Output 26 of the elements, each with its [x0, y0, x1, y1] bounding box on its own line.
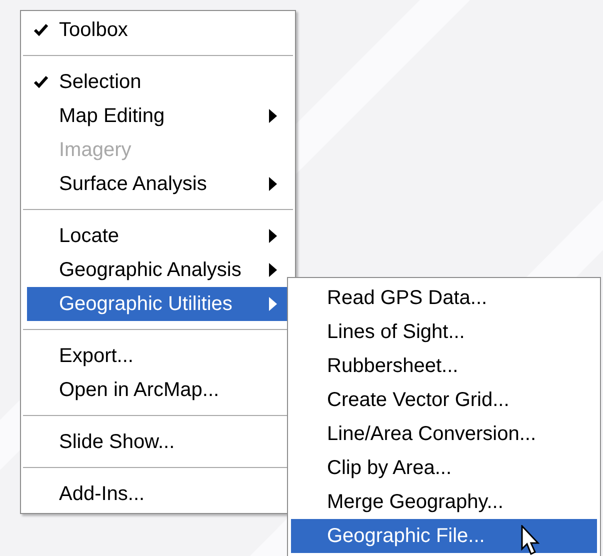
submenu-item[interactable]: Read GPS Data...: [291, 281, 597, 315]
submenu-item[interactable]: Lines of Sight...: [291, 315, 597, 349]
menu-item[interactable]: Selection: [27, 65, 289, 99]
submenu-item[interactable]: Line/Area Conversion...: [291, 417, 597, 451]
submenu-item[interactable]: Clip by Area...: [291, 451, 597, 485]
menu-item[interactable]: Geographic Utilities: [27, 287, 289, 321]
submenu-arrow-icon: [269, 109, 277, 123]
menu-item[interactable]: Geographic Analysis: [27, 253, 289, 287]
submenu-arrow-icon: [269, 297, 277, 311]
submenu-item[interactable]: Create Vector Grid...: [291, 383, 597, 417]
menu-item[interactable]: Export...: [27, 339, 289, 373]
submenu-arrow-icon: [269, 229, 277, 243]
menu-item[interactable]: Toolbox: [27, 13, 289, 47]
menu-item[interactable]: Map Editing: [27, 99, 289, 133]
menu-item[interactable]: Open in ArcMap...: [27, 373, 289, 407]
menu-item[interactable]: Surface Analysis: [27, 167, 289, 201]
checkmark-icon: [33, 75, 49, 89]
checkmark-icon: [33, 23, 49, 37]
menu-item[interactable]: Add-Ins...: [27, 477, 289, 511]
submenu-item[interactable]: Merge Geography...: [291, 485, 597, 519]
menu-item[interactable]: Locate: [27, 219, 289, 253]
submenu-arrow-icon: [269, 177, 277, 191]
submenu-item[interactable]: Geographic File...: [291, 519, 597, 553]
submenu-arrow-icon: [269, 263, 277, 277]
submenu-item[interactable]: Rubbersheet...: [291, 349, 597, 383]
menu-item[interactable]: Slide Show...: [27, 425, 289, 459]
